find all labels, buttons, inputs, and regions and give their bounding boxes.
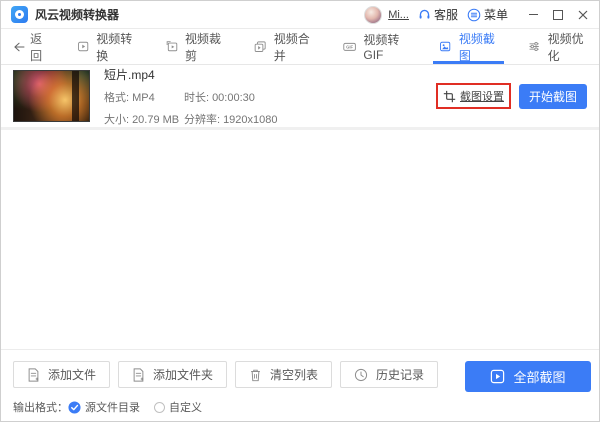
radio-checked-icon	[68, 400, 81, 414]
output-option-source-dir[interactable]: 源文件目录	[68, 399, 140, 415]
trash-icon	[251, 369, 260, 381]
menu-label: 菜单	[483, 8, 508, 22]
file-name: 短片.mp4	[104, 67, 155, 82]
file-list-empty-area	[1, 130, 599, 349]
title-bar: 风云视频转换器 Mi... 客服 菜单	[1, 1, 599, 29]
add-folder-button[interactable]: 添加文件夹	[118, 361, 228, 388]
username-link[interactable]: Mi...	[388, 9, 409, 21]
menu-button[interactable]: 菜单	[467, 6, 508, 23]
tab-label: 视频截图	[458, 31, 495, 63]
video-optimize-icon	[529, 42, 540, 51]
output-option-label: 源文件目录	[85, 402, 140, 414]
history-label: 历史记录	[376, 368, 425, 382]
add-file-icon	[28, 367, 39, 382]
screenshot-settings-button[interactable]: 截图设置	[435, 83, 511, 109]
add-folder-icon	[133, 367, 144, 382]
footer: 添加文件 添加文件夹 清空列表 历史记录 全部截图 输出格式： 源文件目录 自定…	[1, 349, 599, 421]
back-button[interactable]: 返回	[13, 29, 51, 64]
video-screenshot-icon	[440, 41, 451, 52]
add-file-button[interactable]: 添加文件	[13, 361, 111, 388]
svg-text:GIF: GIF	[346, 45, 353, 50]
headset-icon	[419, 9, 430, 19]
app-logo-icon	[11, 6, 28, 23]
app-window: 风云视频转换器 Mi... 客服 菜单 返回 视频转换 视频裁剪 视频合并 GI…	[0, 0, 600, 422]
tab-label: 视频合并	[273, 31, 310, 63]
tab-video-merge[interactable]: 视频合并	[254, 29, 313, 64]
screenshot-settings-label: 截图设置	[459, 91, 504, 103]
play-icon	[491, 369, 505, 384]
clear-list-button[interactable]: 清空列表	[235, 361, 333, 388]
minimize-icon[interactable]	[527, 9, 539, 21]
clear-list-label: 清空列表	[270, 368, 319, 382]
video-thumbnail	[13, 70, 90, 122]
avatar[interactable]	[364, 5, 383, 24]
menu-icon	[467, 8, 481, 21]
video-to-gif-icon: GIF	[343, 42, 357, 51]
back-arrow-icon	[14, 42, 25, 51]
radio-unchecked-icon	[154, 401, 165, 413]
customer-service-button[interactable]: 客服	[418, 6, 458, 23]
file-resolution: 分辨率: 1920x1080	[184, 113, 278, 126]
tab-label: 视频裁剪	[184, 31, 221, 63]
close-icon[interactable]	[577, 9, 589, 21]
tab-video-to-gif[interactable]: GIF 视频转GIF	[343, 29, 409, 64]
add-file-label: 添加文件	[48, 368, 97, 382]
output-option-custom[interactable]: 自定义	[154, 399, 202, 415]
tab-video-crop[interactable]: 视频裁剪	[166, 29, 225, 64]
app-title: 风云视频转换器	[35, 8, 120, 22]
tab-video-optimize[interactable]: 视频优化	[528, 29, 587, 64]
tab-label: 视频转GIF	[363, 33, 400, 62]
history-button[interactable]: 历史记录	[340, 361, 439, 388]
tab-bar: 返回 视频转换 视频裁剪 视频合并 GIF 视频转GIF 视频截图 视频优化	[1, 29, 599, 65]
output-format-label: 输出格式：	[13, 402, 68, 414]
tab-label: 视频优化	[547, 31, 584, 63]
file-list-row[interactable]: 短片.mp4 格式: MP4 时长: 00:00:30 大小: 20.79 MB 分辨…	[1, 65, 599, 130]
video-convert-icon	[77, 41, 89, 52]
back-label: 返回	[30, 31, 43, 63]
screenshot-all-button[interactable]: 全部截图	[465, 361, 591, 392]
crop-icon	[443, 90, 456, 102]
file-duration: 时长: 00:00:30	[184, 91, 255, 104]
tab-video-convert[interactable]: 视频转换	[77, 29, 136, 64]
maximize-icon[interactable]	[552, 9, 564, 21]
file-meta: 格式: MP4 时长: 00:00:30 大小: 20.79 MB 分辨率: 1920x…	[104, 89, 278, 127]
video-crop-icon	[166, 41, 177, 52]
video-merge-icon	[255, 41, 267, 52]
start-screenshot-button[interactable]: 开始截图	[518, 83, 587, 109]
output-format-row: 输出格式： 源文件目录 自定义	[13, 399, 591, 415]
history-icon	[354, 368, 368, 381]
file-format: 格式: MP4	[104, 91, 155, 104]
customer-service-label: 客服	[433, 8, 458, 22]
tab-label: 视频转换	[96, 31, 133, 63]
tab-video-screenshot[interactable]: 视频截图	[433, 29, 504, 64]
file-size: 大小: 20.79 MB	[104, 113, 180, 126]
output-option-label: 自定义	[169, 402, 202, 414]
screenshot-all-label: 全部截图	[513, 370, 566, 385]
add-folder-label: 添加文件夹	[153, 368, 214, 382]
